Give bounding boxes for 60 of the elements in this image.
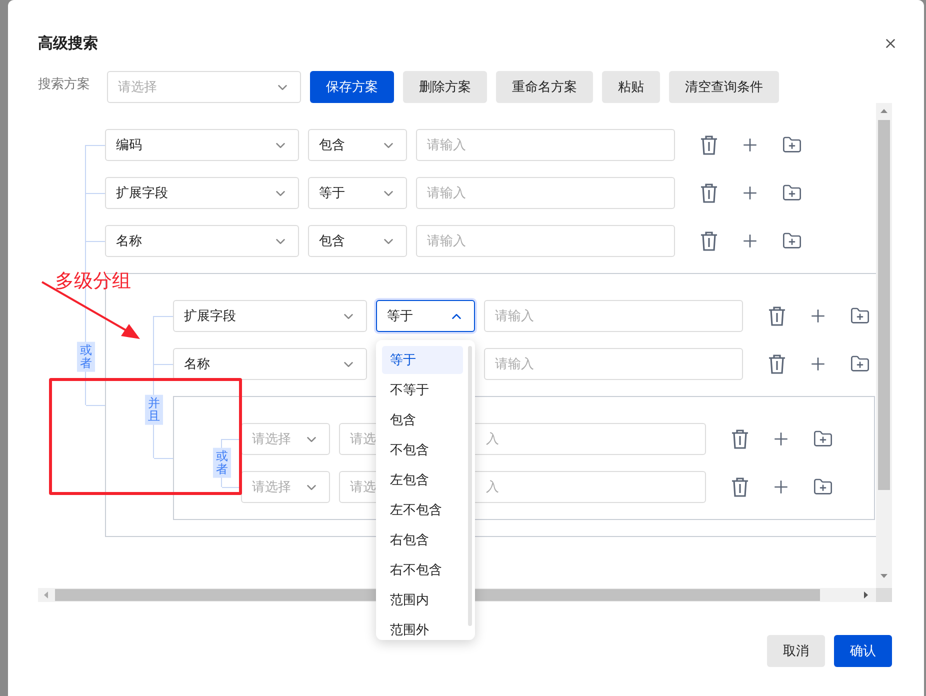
value-input[interactable]: 请输入 — [416, 225, 675, 257]
folder-plus-icon — [850, 354, 870, 374]
add-group-button[interactable] — [813, 477, 833, 497]
dialog-title: 高级搜索 — [38, 34, 98, 52]
folder-plus-icon — [782, 135, 802, 155]
folder-plus-icon — [813, 477, 833, 497]
trash-icon — [700, 183, 718, 203]
add-group-button[interactable] — [850, 306, 870, 326]
trash-icon — [700, 135, 718, 155]
toolbar-button[interactable]: 粘贴 — [602, 71, 660, 103]
add-group-button[interactable] — [850, 354, 870, 374]
footer-button[interactable]: 确认 — [834, 635, 892, 667]
delete-button[interactable] — [731, 477, 749, 497]
trash-icon — [731, 477, 749, 497]
field-select[interactable]: 扩展字段 — [105, 177, 299, 209]
trash-icon — [700, 231, 718, 251]
field-select[interactable]: 编码 — [105, 129, 299, 161]
menu-option[interactable]: 等于 — [382, 346, 463, 374]
operator-select[interactable]: 包含 — [308, 129, 407, 161]
menu-option[interactable]: 右不包含 — [382, 556, 463, 584]
delete-button[interactable] — [768, 306, 786, 326]
add-group-button[interactable] — [782, 231, 802, 251]
trash-icon — [731, 429, 749, 449]
toolbar-button[interactable]: 清空查询条件 — [669, 71, 779, 103]
field-select[interactable]: 名称 — [105, 225, 299, 257]
value-input[interactable]: 请输入 — [484, 348, 743, 380]
delete-button[interactable] — [700, 231, 718, 251]
field-select[interactable]: 名称 — [173, 348, 367, 380]
trash-icon — [768, 306, 786, 326]
toolbar-button[interactable]: 删除方案 — [403, 71, 487, 103]
folder-plus-icon — [813, 429, 833, 449]
operator-select[interactable]: 等于 — [376, 300, 475, 332]
operator-select[interactable]: 包含 — [308, 225, 407, 257]
folder-plus-icon — [782, 183, 802, 203]
operator-select[interactable]: 等于 — [308, 177, 407, 209]
value-input[interactable]: 请输入 — [484, 300, 743, 332]
value-input[interactable]: 请输入 — [416, 129, 675, 161]
annotation-label: 多级分组 — [55, 269, 131, 294]
delete-button[interactable] — [700, 135, 718, 155]
trash-icon — [768, 354, 786, 374]
delete-button[interactable] — [768, 354, 786, 374]
add-group-button[interactable] — [782, 135, 802, 155]
folder-plus-icon — [782, 231, 802, 251]
add-group-button[interactable] — [782, 183, 802, 203]
folder-plus-icon — [850, 306, 870, 326]
menu-option[interactable]: 右包含 — [382, 526, 463, 554]
toolbar-button[interactable]: 重命名方案 — [496, 71, 593, 103]
footer-button[interactable]: 取消 — [767, 635, 825, 667]
add-group-button[interactable] — [813, 429, 833, 449]
toolbar-button[interactable]: 保存方案 — [310, 71, 394, 103]
menu-option[interactable]: 范围内 — [382, 586, 463, 614]
menu-option[interactable]: 范围外 — [382, 616, 463, 640]
menu-option[interactable]: 不等于 — [382, 376, 463, 404]
delete-button[interactable] — [700, 183, 718, 203]
vertical-scrollbar[interactable] — [876, 103, 892, 588]
field-select[interactable]: 扩展字段 — [173, 300, 367, 332]
value-input[interactable]: 请输入 — [416, 177, 675, 209]
scrollbar-corner — [876, 588, 892, 602]
delete-button[interactable] — [731, 429, 749, 449]
scheme-label: 搜索方案 — [38, 76, 91, 93]
